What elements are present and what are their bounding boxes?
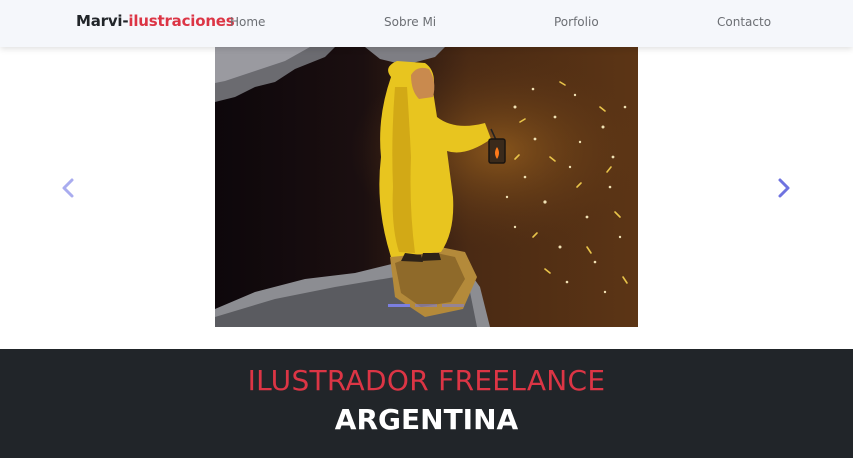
hero-banner: ILUSTRADOR FREELANCE ARGENTINA <box>0 349 853 458</box>
nav-link-sobre-mi[interactable]: Sobre Mi <box>384 15 436 29</box>
carousel-indicators <box>388 304 464 308</box>
nav-link-contacto[interactable]: Contacto <box>717 15 771 29</box>
image-carousel <box>0 47 853 329</box>
carousel-indicator-2[interactable] <box>415 304 437 307</box>
carousel-slide-image <box>215 47 638 327</box>
hero-title: ILUSTRADOR FREELANCE <box>247 364 606 397</box>
brand-main-text: Marvi- <box>76 12 129 30</box>
carousel-indicator-1[interactable] <box>388 304 410 307</box>
chevron-left-icon <box>62 178 74 198</box>
navbar: Marvi-ilustraciones Home Sobre Mi Porfol… <box>0 0 853 47</box>
nav-link-porfolio[interactable]: Porfolio <box>554 15 599 29</box>
carousel-indicator-3[interactable] <box>442 304 464 307</box>
hero-subtitle: ARGENTINA <box>334 403 519 436</box>
carousel-prev-button[interactable] <box>56 175 82 201</box>
chevron-right-icon <box>778 178 790 198</box>
brand-logo[interactable]: Marvi-ilustraciones <box>76 12 235 30</box>
carousel-next-button[interactable] <box>770 175 796 201</box>
brand-accent-text: ilustraciones <box>128 12 235 30</box>
nav-link-home[interactable]: Home <box>230 15 265 29</box>
